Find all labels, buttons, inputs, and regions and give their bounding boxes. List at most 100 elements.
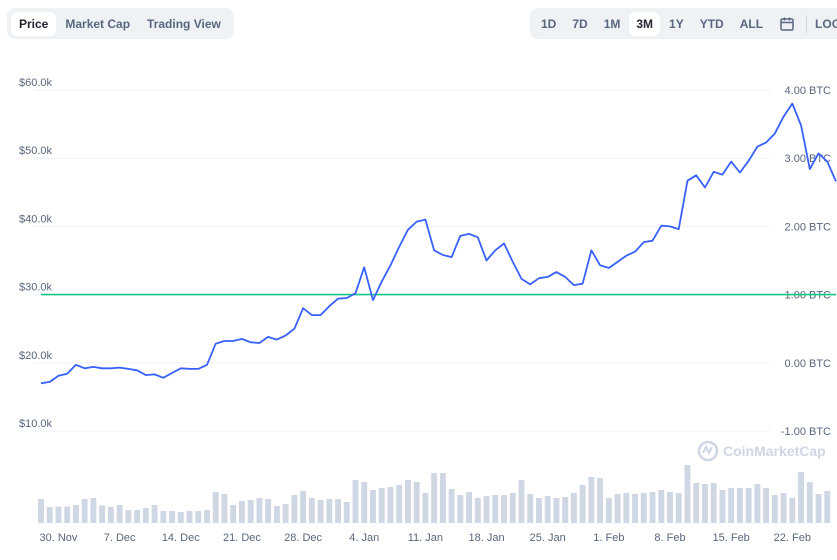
volume-bar	[789, 498, 796, 523]
watermark-text: CoinMarketCap	[723, 443, 826, 459]
y-left-tick-label: $50.0k	[19, 145, 53, 157]
volume-bar	[474, 498, 481, 523]
volume-bar	[396, 485, 403, 523]
volume-bar	[702, 484, 708, 523]
y-left-tick-label: $40.0k	[19, 213, 53, 225]
x-tick-label: 11. Jan	[408, 532, 443, 544]
series-lines	[40, 102, 837, 385]
volume-bar	[212, 492, 219, 523]
volume-bar	[745, 488, 752, 523]
volume-bar	[632, 494, 639, 523]
volume-bar	[291, 495, 298, 523]
grid-lines	[34, 89, 770, 432]
volume-bar	[107, 507, 114, 523]
x-tick-label: 1. Feb	[593, 532, 624, 544]
volume-bar	[623, 493, 630, 523]
volume-bar	[649, 492, 656, 523]
volume-bar	[352, 480, 359, 523]
volume-bar	[169, 511, 175, 523]
volume-bar	[90, 498, 97, 523]
volume-bar	[710, 483, 717, 523]
y-right-tick-label: -1.00 BTC	[781, 426, 831, 438]
usd-price-line	[40, 102, 837, 385]
volume-bar	[754, 484, 761, 523]
y-right-tick-label: 0.00 BTC	[785, 358, 832, 370]
volume-bar	[658, 490, 665, 523]
y-left-tick-label: $10.0k	[19, 418, 53, 430]
x-tick-label: 14. Dec	[162, 532, 200, 544]
volume-bar	[265, 499, 272, 523]
y-left-tick-label: $20.0k	[19, 350, 53, 362]
volume-bar	[667, 492, 673, 523]
volume-bar	[160, 511, 167, 523]
volume-bar	[736, 488, 743, 523]
volume-bar	[483, 496, 490, 523]
y-right-tick-label: 4.00 BTC	[785, 85, 832, 97]
x-tick-label: 15. Feb	[713, 532, 750, 544]
volume-bar	[536, 498, 542, 523]
volume-bar	[527, 494, 534, 523]
volume-bar	[230, 505, 237, 523]
volume-bar	[431, 473, 438, 523]
volume-bar	[99, 505, 106, 523]
y-axis-left-labels: $60.0k $50.0k $40.0k $30.0k $20.0k $10.0k	[19, 77, 53, 430]
volume-bar	[282, 504, 289, 523]
volume-bar	[553, 498, 560, 523]
volume-bar	[518, 480, 525, 523]
x-tick-label: 7. Dec	[104, 532, 136, 544]
volume-bar	[247, 500, 254, 523]
volume-bar	[570, 493, 577, 523]
volume-bar	[562, 497, 569, 523]
y-left-tick-label: $60.0k	[19, 77, 53, 89]
volume-bar	[675, 493, 682, 523]
x-tick-label: 4. Jan	[349, 532, 379, 544]
volume-bar	[597, 478, 604, 523]
volume-bar	[273, 506, 280, 523]
y-right-tick-label: 1.00 BTC	[785, 290, 832, 302]
volume-bar	[684, 465, 691, 523]
price-chart: $60.0k $50.0k $40.0k $30.0k $20.0k $10.0k 4.0…	[19, 77, 837, 544]
coinmarketcap-watermark: CoinMarketCap	[697, 440, 826, 462]
volume-bar	[378, 488, 385, 523]
volume-bar	[81, 499, 88, 523]
volume-bar	[64, 506, 71, 523]
x-axis-labels: 30. Nov 7. Dec 14. Dec 21. Dec 28. Dec 4. Jan…	[40, 532, 811, 544]
volume-bar	[509, 493, 516, 523]
volume-bar	[448, 489, 455, 523]
y-left-tick-label: $30.0k	[19, 282, 53, 294]
volume-bar	[55, 506, 62, 523]
volume-bar	[221, 494, 228, 523]
volume-bar	[413, 482, 420, 523]
volume-bar	[326, 499, 333, 523]
volume-bar	[370, 490, 376, 523]
volume-bar	[806, 482, 813, 523]
volume-bar	[780, 493, 787, 523]
volume-bar	[361, 482, 368, 523]
volume-bar	[46, 507, 53, 523]
volume-bar	[238, 501, 245, 523]
volume-bar	[439, 473, 446, 523]
volume-bar	[815, 494, 822, 523]
volume-bar	[824, 491, 831, 523]
volume-bar	[763, 488, 770, 523]
volume-bar	[614, 494, 621, 523]
volume-bar	[186, 511, 193, 523]
volume-bar	[116, 505, 123, 523]
y-axis-right-labels: 4.00 BTC3.00 BTC2.00 BTC1.00 BTC0.00 BTC…	[781, 85, 831, 438]
volume-bar	[588, 477, 595, 523]
volume-bar	[579, 485, 586, 523]
volume-bar	[466, 492, 473, 523]
volume-bar	[771, 495, 778, 523]
volume-bar	[492, 495, 499, 523]
coinmarketcap-logo-icon	[697, 440, 719, 462]
volume-bar	[457, 495, 464, 523]
x-tick-label: 30. Nov	[40, 532, 78, 544]
volume-bar	[404, 480, 411, 523]
volume-bar	[151, 505, 158, 523]
volume-bar	[719, 490, 726, 523]
volume-bar	[343, 502, 350, 523]
x-tick-label: 18. Jan	[469, 532, 505, 544]
volume-bar	[125, 510, 132, 523]
volume-bar	[693, 483, 700, 523]
volume-bar	[640, 493, 647, 523]
